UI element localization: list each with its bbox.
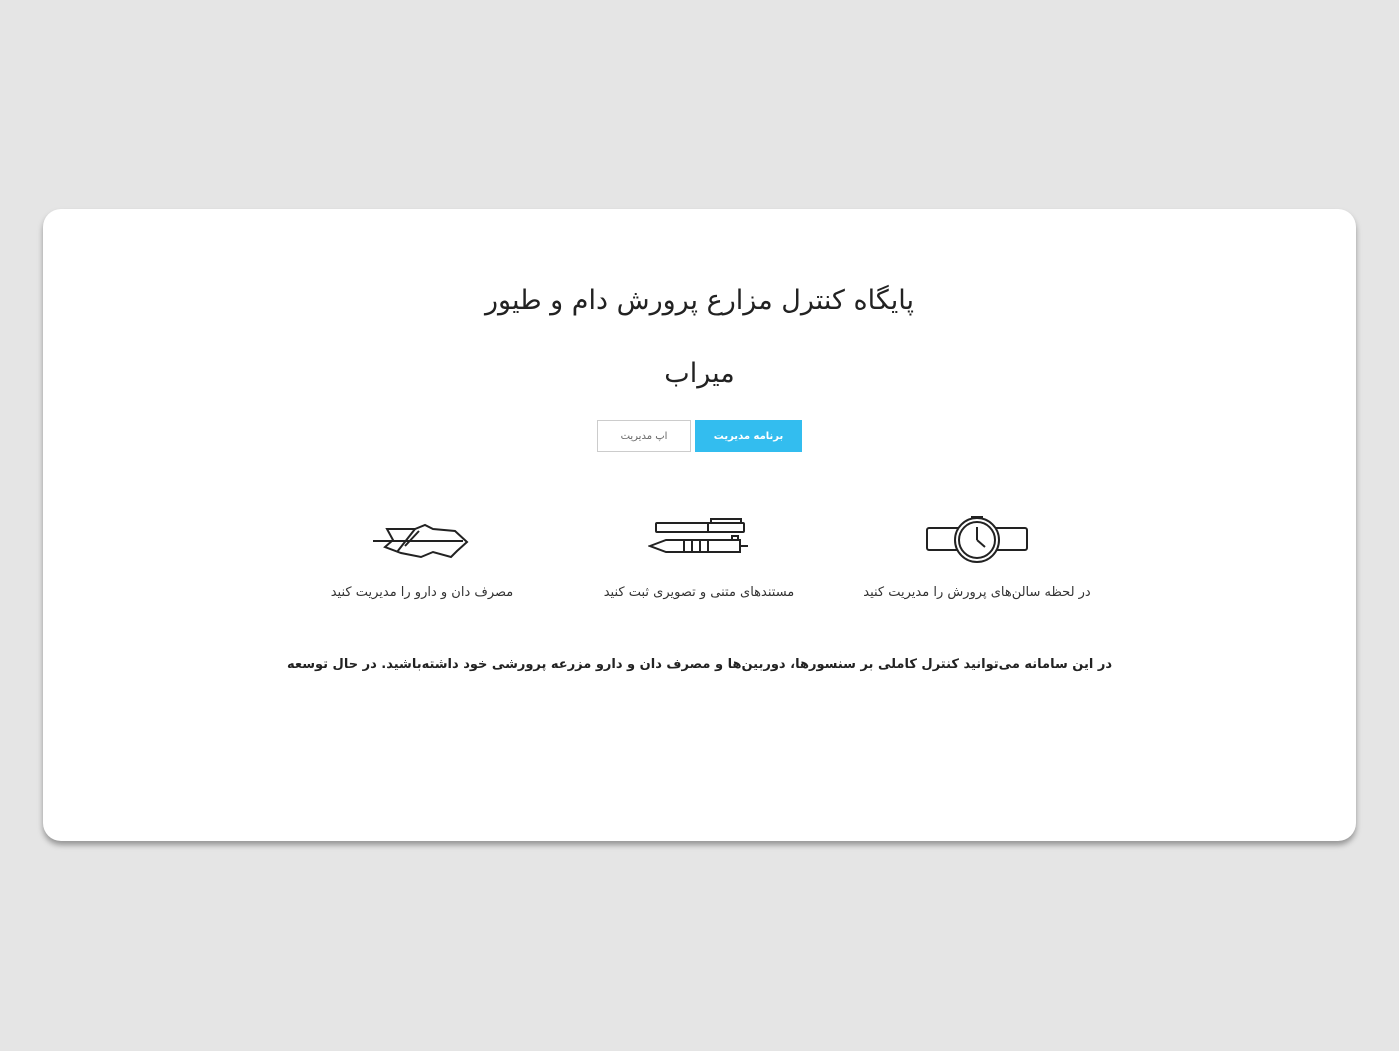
feature-label-halls: در لحظه سالن‌های پرورش را مدیریت کنید	[863, 585, 1091, 600]
pen-pencil-icon	[648, 518, 748, 553]
main-card: پایگاه کنترل مزارع پرورش دام و طیور میرا…	[43, 209, 1356, 841]
management-program-button[interactable]: برنامه مدیریت	[695, 420, 802, 452]
management-app-button[interactable]: اپ مدیریت	[597, 420, 691, 452]
brand-name: میراب	[664, 358, 735, 389]
page-title: پایگاه کنترل مزارع پرورش دام و طیور	[484, 285, 915, 316]
feature-label-feed: مصرف دان و دارو را مدیریت کنید	[330, 585, 514, 600]
feather-icon	[373, 523, 469, 559]
feature-label-documents: مستندهای متنی و تصویری ثبت کنید	[603, 585, 795, 600]
description-text: در این سامانه می‌توانید کنترل کاملی بر س…	[286, 657, 1112, 672]
watch-icon	[926, 516, 1028, 563]
